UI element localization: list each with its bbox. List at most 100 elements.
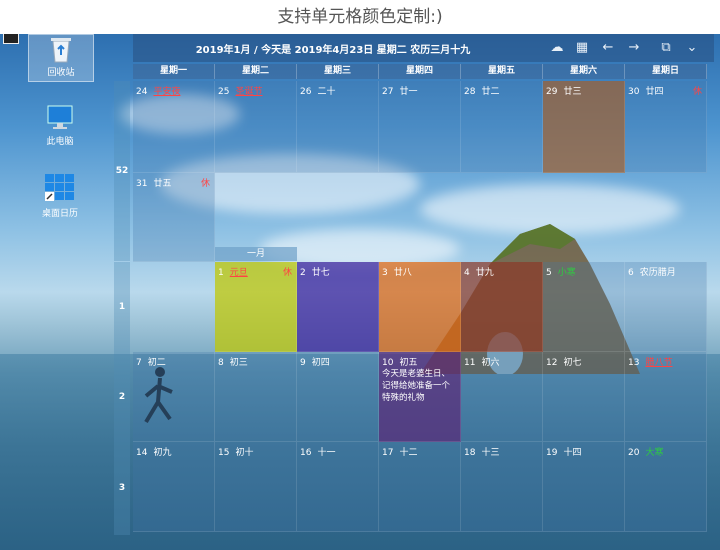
weekday-3: 星期三 bbox=[297, 64, 379, 79]
day-number: 27 廿一 bbox=[382, 87, 418, 97]
day-number: 31 廿五 bbox=[136, 179, 172, 189]
lunar-label: 初七 bbox=[563, 358, 582, 368]
day-number: 9 初四 bbox=[300, 358, 330, 368]
day-cell[interactable]: 20 大寒 bbox=[625, 442, 707, 532]
lunar-label: 初四 bbox=[311, 358, 330, 368]
day-number: 18 十三 bbox=[464, 448, 500, 458]
day-number: 3 廿八 bbox=[382, 268, 412, 278]
day-number: 1 元旦 bbox=[218, 268, 248, 278]
day-cell[interactable]: 17 十二 bbox=[379, 442, 461, 532]
weekday-5: 星期五 bbox=[461, 64, 543, 79]
day-cell[interactable]: 8 初三 bbox=[215, 352, 297, 442]
day-cell[interactable]: 9 初四 bbox=[297, 352, 379, 442]
lunar-label: 廿二 bbox=[481, 87, 500, 97]
day-number: 4 廿九 bbox=[464, 268, 494, 278]
day-cell[interactable]: 19 十四 bbox=[543, 442, 625, 532]
monitor-icon bbox=[47, 105, 73, 129]
next-arrow-icon[interactable]: → bbox=[625, 39, 643, 57]
day-number: 26 二十 bbox=[300, 87, 336, 97]
lunar-label: 初十 bbox=[235, 448, 254, 458]
day-number: 16 十一 bbox=[300, 448, 336, 458]
lunar-label: 廿八 bbox=[393, 268, 412, 278]
day-cell[interactable]: 13 腊八节 bbox=[625, 352, 707, 442]
day-cell[interactable]: 1 元旦 休 bbox=[215, 262, 297, 352]
day-number: 29 廿三 bbox=[546, 87, 582, 97]
day-cell[interactable]: 16 十一 bbox=[297, 442, 379, 532]
day-number: 7 初二 bbox=[136, 358, 166, 368]
app-corner-icon[interactable] bbox=[3, 34, 19, 44]
recycle-bin-shortcut[interactable]: 回收站 bbox=[28, 34, 94, 82]
lunar-label: 廿三 bbox=[563, 87, 582, 97]
day-cell[interactable]: 26 二十 bbox=[297, 81, 379, 173]
day-cell[interactable]: 7 初二 bbox=[133, 352, 215, 442]
event-note[interactable]: 今天是老婆生日、记得给她准备一个特殊的礼物 bbox=[382, 368, 457, 404]
day-number: 13 腊八节 bbox=[628, 358, 673, 368]
day-cell[interactable]: 31 廿五 休 bbox=[133, 173, 215, 262]
weekday-1: 星期一 bbox=[133, 64, 215, 79]
window-icon[interactable]: ⧉ bbox=[657, 39, 675, 57]
day-number: 24 平安夜 bbox=[136, 87, 181, 97]
day-cell[interactable]: 24 平安夜 bbox=[133, 81, 215, 173]
day-number: 11 初六 bbox=[464, 358, 500, 368]
day-cell[interactable]: 28 廿二 bbox=[461, 81, 543, 173]
calendar-widget: 2019年1月 / 今天是 2019年4月23日 星期二 农历三月十九 ☁ ▦ … bbox=[114, 34, 714, 535]
day-cell[interactable]: 25 圣诞节 bbox=[215, 81, 297, 173]
rest-badge: 休 bbox=[282, 268, 292, 278]
desktop-calendar-shortcut[interactable]: 桌面日历 bbox=[28, 172, 92, 222]
day-number: 2 廿七 bbox=[300, 268, 330, 278]
day-number: 28 廿二 bbox=[464, 87, 500, 97]
cloud-icon[interactable]: ☁ bbox=[548, 39, 566, 57]
lunar-label: 初三 bbox=[229, 358, 248, 368]
prev-arrow-icon[interactable]: ← bbox=[599, 39, 617, 57]
day-cell[interactable]: 15 初十 bbox=[215, 442, 297, 532]
day-cell[interactable]: 27 廿一 bbox=[379, 81, 461, 173]
day-cell[interactable]: 29 廿三 bbox=[543, 81, 625, 173]
day-number: 17 十二 bbox=[382, 448, 418, 458]
week-number: 2 bbox=[114, 352, 130, 442]
day-cell[interactable]: 12 初七 bbox=[543, 352, 625, 442]
weekday-2: 星期二 bbox=[215, 64, 297, 79]
day-cell[interactable]: 6 农历腊月 bbox=[625, 262, 707, 352]
lunar-label: 十四 bbox=[563, 448, 582, 458]
day-cell[interactable]: 11 初六 bbox=[461, 352, 543, 442]
recycle-bin-icon bbox=[51, 38, 71, 63]
day-cell[interactable]: 2 廿七 bbox=[297, 262, 379, 352]
lunar-label: 初五 bbox=[399, 358, 418, 368]
header-date[interactable]: 2019年1月 / 今天是 2019年4月23日 星期二 农历三月十九 bbox=[133, 41, 533, 56]
month-label: 一月 bbox=[215, 247, 297, 261]
weekday-4: 星期四 bbox=[379, 64, 461, 79]
lunar-label: 初六 bbox=[481, 358, 500, 368]
lunar-label: 小寒 bbox=[557, 268, 576, 278]
lunar-label: 圣诞节 bbox=[235, 87, 263, 97]
calendar-grid-icon bbox=[45, 174, 74, 201]
day-cell[interactable]: 10 初五 今天是老婆生日、记得给她准备一个特殊的礼物 bbox=[379, 352, 461, 442]
lunar-label: 廿七 bbox=[311, 268, 330, 278]
lunar-label: 平安夜 bbox=[153, 87, 181, 97]
calendar-icon[interactable]: ▦ bbox=[573, 39, 591, 57]
day-cell[interactable]: 14 初九 bbox=[133, 442, 215, 532]
week-number: 1 bbox=[114, 262, 130, 352]
lunar-label: 二十 bbox=[317, 87, 336, 97]
day-number: 30 廿四 bbox=[628, 87, 664, 97]
day-number: 10 初五 bbox=[382, 358, 418, 368]
lunar-label: 腊八节 bbox=[645, 358, 673, 368]
day-cell[interactable]: 30 廿四 休 bbox=[625, 81, 707, 173]
day-number: 14 初九 bbox=[136, 448, 172, 458]
week-number: 52 bbox=[114, 81, 130, 261]
desktop-calendar-label: 桌面日历 bbox=[41, 209, 78, 219]
chevron-down-icon[interactable]: ⌄ bbox=[683, 39, 701, 57]
rest-badge: 休 bbox=[692, 87, 702, 97]
weekday-7: 星期日 bbox=[625, 64, 707, 79]
day-number: 6 农历腊月 bbox=[628, 268, 676, 278]
day-cell[interactable]: 5 小寒 bbox=[543, 262, 625, 352]
this-pc-shortcut[interactable]: 此电脑 bbox=[28, 104, 92, 150]
day-cell[interactable]: 4 廿九 bbox=[461, 262, 543, 352]
week-number: 3 bbox=[114, 442, 130, 535]
day-number: 12 初七 bbox=[546, 358, 582, 368]
day-cell[interactable]: 3 廿八 bbox=[379, 262, 461, 352]
calendar-toolbar: 2019年1月 / 今天是 2019年4月23日 星期二 农历三月十九 ☁ ▦ … bbox=[133, 34, 714, 62]
day-cell[interactable]: 18 十三 bbox=[461, 442, 543, 532]
lunar-label: 十一 bbox=[317, 448, 336, 458]
lunar-label: 十二 bbox=[399, 448, 418, 458]
rest-badge: 休 bbox=[200, 179, 210, 189]
